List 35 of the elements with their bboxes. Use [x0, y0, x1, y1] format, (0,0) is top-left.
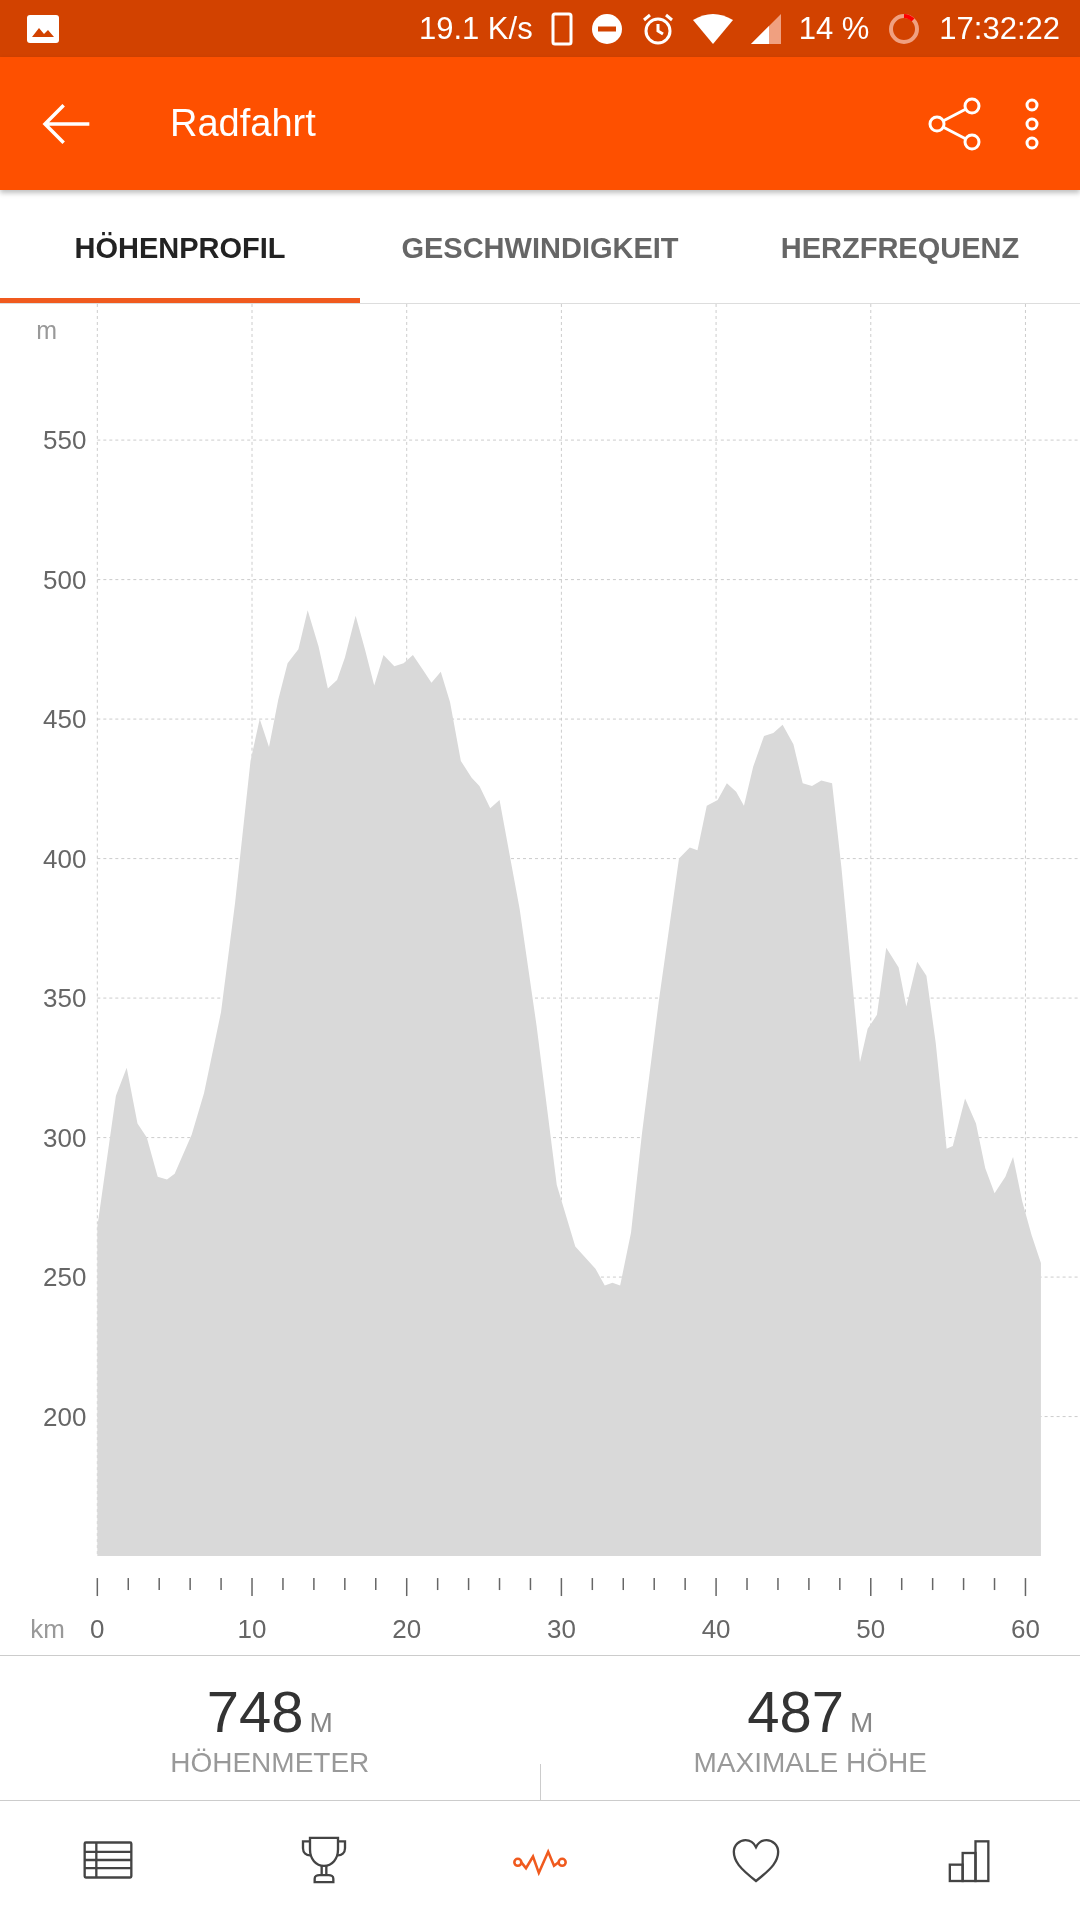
- stat-value: 748: [206, 1677, 304, 1745]
- axis-label: 40: [701, 1614, 731, 1644]
- axis-label: 60: [1011, 1614, 1040, 1644]
- axis-label: 350: [43, 983, 87, 1014]
- axis-label: 50: [856, 1614, 886, 1644]
- axis-label: 30: [546, 1614, 576, 1644]
- axis-unit: km: [30, 1614, 65, 1644]
- axis-label: 20: [392, 1614, 422, 1644]
- network-speed: 19.1 K/s: [418, 10, 533, 47]
- axis-label: 500: [43, 564, 87, 595]
- signal-icon: [750, 13, 781, 44]
- stat-label: HÖHENMETER: [170, 1746, 370, 1779]
- axis-label: 450: [43, 704, 87, 735]
- stat-label: MAXIMALE HÖHE: [693, 1746, 927, 1779]
- axis-label: 10: [237, 1614, 267, 1644]
- do-not-disturb-icon: [590, 12, 623, 45]
- stat-unit: M: [309, 1706, 333, 1739]
- wifi-icon: [692, 13, 733, 44]
- axis-label: 300: [43, 1122, 87, 1153]
- battery-ring-icon: [887, 11, 922, 46]
- gallery-icon: [26, 13, 60, 44]
- stat-value: 487: [747, 1677, 844, 1745]
- more-menu-icon[interactable]: [1024, 97, 1040, 150]
- axis-label: 0: [90, 1614, 105, 1644]
- axis-label: 250: [43, 1262, 87, 1293]
- app-bar-title: Radfahrt: [170, 102, 317, 145]
- phone-icon: [550, 11, 573, 46]
- axis-label: 550: [43, 425, 87, 456]
- alarm-icon: [640, 11, 675, 46]
- axis-label: 200: [43, 1401, 87, 1432]
- axis-label: 400: [43, 843, 87, 874]
- stat-unit: M: [849, 1706, 874, 1739]
- battery-percent: 14 %: [798, 10, 870, 47]
- axis-unit: m: [36, 316, 58, 345]
- clock: 17:32:22: [939, 10, 1060, 47]
